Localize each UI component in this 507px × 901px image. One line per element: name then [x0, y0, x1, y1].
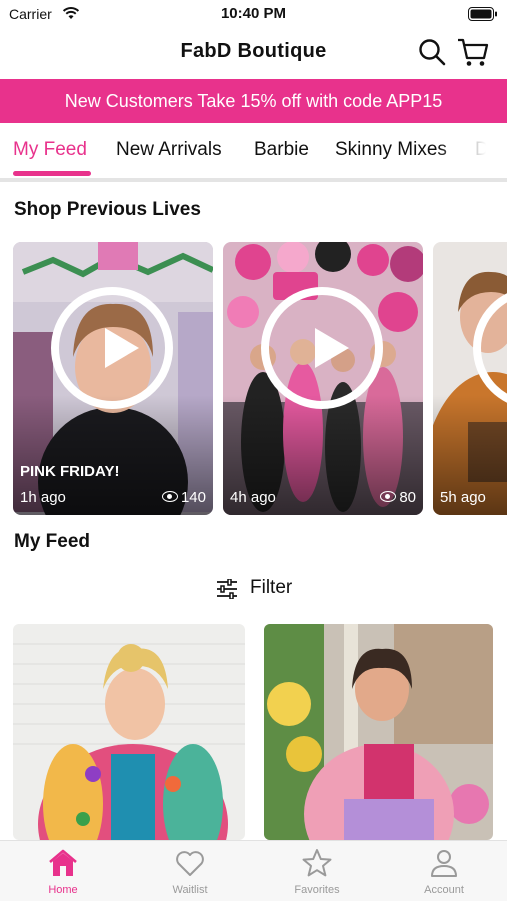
search-icon[interactable] [417, 37, 447, 67]
status-bar: Carrier 10:40 PM [0, 0, 507, 28]
nav-account[interactable]: Account [381, 841, 507, 901]
person-icon [431, 850, 457, 877]
tab-new-arrivals[interactable]: New Arrivals [116, 139, 222, 161]
tab-my-feed[interactable]: My Feed [13, 139, 87, 161]
live-time: 4h ago [230, 489, 276, 506]
nav-waitlist-label: Waitlist [172, 884, 208, 896]
sliders-icon [217, 579, 237, 599]
product-card[interactable] [13, 624, 245, 840]
product-image [13, 624, 245, 840]
views-count: 140 [180, 489, 206, 506]
feed-section-title: My Feed [14, 531, 91, 552]
star-icon [302, 849, 332, 877]
nav-favorites[interactable]: Favorites [254, 841, 380, 901]
eye-icon [161, 491, 178, 502]
live-time: 5h ago [440, 489, 486, 506]
nav-account-label: Account [424, 884, 464, 896]
product-card[interactable] [264, 624, 493, 840]
play-icon[interactable] [51, 287, 173, 409]
heart-icon [176, 851, 204, 876]
filter-control[interactable]: Filter [0, 574, 507, 604]
nav-home-label: Home [48, 884, 78, 896]
live-card[interactable]: PINK FRIDAY! 1h ago 140 [13, 242, 213, 515]
lives-carousel: PINK FRIDAY! 1h ago 140 4h ago 80 5h ago [0, 242, 507, 515]
live-time: 1h ago [20, 489, 66, 506]
home-icon [49, 849, 77, 876]
tab-skinny-mixes[interactable]: Skinny Mixes [335, 139, 447, 161]
eye-icon [380, 491, 397, 502]
tabs-fade [437, 124, 507, 179]
tabs-divider [0, 178, 507, 182]
clock: 10:40 PM [220, 5, 287, 22]
tab-barbie[interactable]: Barbie [254, 139, 309, 161]
battery-icon [468, 7, 497, 21]
filter-label: Filter [250, 577, 293, 598]
lives-section-title: Shop Previous Lives [14, 199, 201, 220]
category-tabs: My Feed New Arrivals Barbie Skinny Mixes… [0, 124, 507, 179]
live-card[interactable]: 4h ago 80 [223, 242, 423, 515]
app-header: FabD Boutique [0, 28, 507, 78]
active-tab-indicator [13, 171, 91, 176]
promo-banner[interactable]: New Customers Take 15% off with code APP… [0, 79, 507, 123]
views-count: 80 [399, 489, 416, 506]
live-card[interactable]: 5h ago [433, 242, 507, 515]
nav-favorites-label: Favorites [294, 884, 340, 896]
cart-icon[interactable] [456, 36, 490, 68]
live-views: 140 [161, 489, 206, 506]
product-image [264, 624, 493, 840]
live-title: PINK FRIDAY! [20, 463, 120, 480]
nav-home[interactable]: Home [0, 841, 126, 901]
nav-waitlist[interactable]: Waitlist [127, 841, 253, 901]
bottom-nav: Home Waitlist Favorites Account [0, 840, 507, 901]
play-icon[interactable] [261, 287, 383, 409]
live-views: 80 [380, 489, 416, 506]
